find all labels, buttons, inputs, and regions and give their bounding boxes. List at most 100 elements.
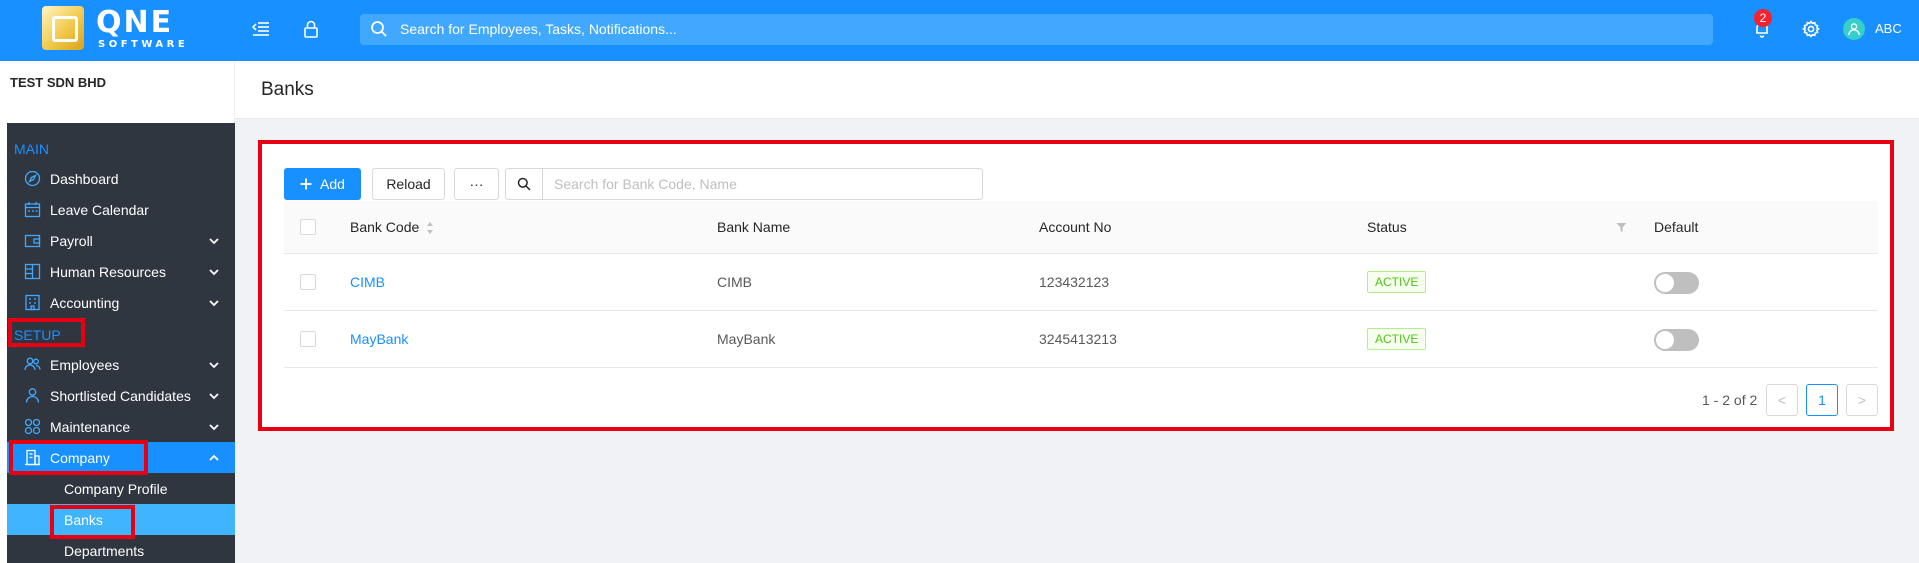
gear-icon[interactable] bbox=[1798, 16, 1824, 42]
wallet-icon bbox=[24, 234, 41, 248]
chevron-down-icon bbox=[209, 238, 219, 245]
default-toggle[interactable] bbox=[1654, 272, 1699, 294]
add-button-label: Add bbox=[320, 176, 345, 192]
account-no-cell: 3245413213 bbox=[1039, 331, 1117, 347]
bank-code-link[interactable]: CIMB bbox=[350, 274, 385, 290]
sidebar-item-payroll[interactable]: Payroll bbox=[7, 225, 235, 256]
more-options-button[interactable]: ··· bbox=[454, 168, 499, 200]
sidebar-item-maintenance[interactable]: Maintenance bbox=[7, 411, 235, 442]
pagination-total: 1 - 2 of 2 bbox=[1702, 392, 1758, 408]
building-icon bbox=[25, 294, 40, 311]
column-header-account-no: Account No bbox=[1039, 219, 1112, 235]
sidebar-item-human-resources[interactable]: Human Resources bbox=[7, 256, 235, 287]
sidebar-subitem-departments[interactable]: Departments bbox=[7, 535, 235, 563]
pagination-next-button[interactable]: > bbox=[1846, 384, 1878, 416]
section-label-main: MAIN bbox=[14, 141, 49, 157]
table-row: MayBank MayBank 3245413213 ACTIVE bbox=[284, 311, 1878, 368]
user-name[interactable]: ABC bbox=[1875, 21, 1902, 36]
bank-code-link[interactable]: MayBank bbox=[350, 331, 408, 347]
sidebar-subitem-label: Departments bbox=[64, 543, 145, 559]
sidebar-item-shortlisted-candidates[interactable]: Shortlisted Candidates bbox=[7, 380, 235, 411]
sidebar-edge bbox=[0, 123, 7, 563]
menu-toggle-icon[interactable] bbox=[248, 16, 274, 42]
sidebar-item-company[interactable]: Company bbox=[7, 442, 235, 473]
account-no-cell: 123432123 bbox=[1039, 274, 1110, 290]
table-search-button[interactable] bbox=[505, 168, 543, 200]
default-toggle[interactable] bbox=[1654, 329, 1699, 351]
row-checkbox[interactable] bbox=[300, 274, 316, 290]
search-icon bbox=[371, 21, 387, 37]
column-header-bank-code[interactable]: Bank Code bbox=[350, 219, 419, 235]
calendar-icon bbox=[24, 202, 41, 218]
filter-icon[interactable] bbox=[1616, 222, 1627, 233]
team-icon bbox=[24, 357, 41, 371]
compass-icon bbox=[24, 170, 41, 187]
company-selector[interactable]: TEST SDN BHD bbox=[0, 61, 235, 123]
chevron-down-icon bbox=[209, 269, 219, 276]
column-header-status: Status bbox=[1367, 219, 1407, 235]
next-label: > bbox=[1857, 392, 1867, 408]
sidebar-item-accounting[interactable]: Accounting bbox=[7, 287, 235, 318]
user-icon bbox=[1848, 23, 1860, 36]
page-number-label: 1 bbox=[1818, 392, 1826, 408]
sidebar-item-leave-calendar[interactable]: Leave Calendar bbox=[7, 194, 235, 225]
sidebar-item-dashboard[interactable]: Dashboard bbox=[7, 163, 235, 194]
pagination-prev-button[interactable]: < bbox=[1766, 384, 1798, 416]
table-search-input[interactable] bbox=[542, 168, 983, 200]
bank-name-cell: CIMB bbox=[717, 274, 752, 290]
people-icon bbox=[24, 263, 41, 280]
logo-text: QNE bbox=[96, 5, 174, 40]
sidebar-item-label: Company bbox=[50, 450, 110, 466]
qne-logo[interactable]: QNE SOFTWARE bbox=[42, 6, 202, 50]
chevron-down-icon bbox=[209, 424, 219, 431]
column-header-bank-name: Bank Name bbox=[717, 219, 791, 235]
row-checkbox[interactable] bbox=[300, 331, 316, 347]
company-name: TEST SDN BHD bbox=[10, 75, 107, 90]
chevron-down-icon bbox=[209, 362, 219, 369]
logo-subtext: SOFTWARE bbox=[98, 39, 189, 50]
chevron-down-icon bbox=[209, 300, 219, 307]
table-row: CIMB CIMB 123432123 ACTIVE bbox=[284, 254, 1878, 311]
tools-icon bbox=[24, 418, 41, 435]
sidebar-item-label: Maintenance bbox=[50, 419, 131, 435]
select-all-checkbox[interactable] bbox=[300, 219, 316, 235]
sidebar-item-label: Employees bbox=[50, 357, 120, 373]
section-label-setup: SETUP bbox=[14, 327, 61, 343]
top-bar: QNE SOFTWARE Search for Employees, Tasks… bbox=[0, 0, 1919, 61]
status-badge: ACTIVE bbox=[1367, 271, 1427, 293]
prev-label: < bbox=[1777, 392, 1787, 408]
sidebar-item-label: Accounting bbox=[50, 295, 120, 311]
lock-icon[interactable] bbox=[298, 16, 324, 42]
column-header-default: Default bbox=[1654, 219, 1699, 235]
logo-cube-icon bbox=[42, 6, 84, 50]
sort-icon[interactable] bbox=[426, 221, 434, 235]
chevron-down-icon bbox=[209, 393, 219, 400]
sidebar-subitem-banks[interactable]: Banks bbox=[7, 504, 235, 535]
page-header: Banks bbox=[235, 61, 1919, 119]
sidebar-subitem-label: Banks bbox=[64, 512, 103, 528]
chevron-up-icon bbox=[209, 454, 219, 461]
sidebar-subitem-label: Company Profile bbox=[64, 481, 168, 497]
sidebar-subitem-company-profile[interactable]: Company Profile bbox=[7, 473, 235, 504]
sidebar-item-label: Human Resources bbox=[50, 264, 166, 280]
sidebar-item-label: Dashboard bbox=[50, 171, 119, 187]
global-search-placeholder: Search for Employees, Tasks, Notificatio… bbox=[400, 21, 677, 37]
sidebar-item-label: Leave Calendar bbox=[50, 202, 149, 218]
search-icon bbox=[517, 177, 531, 191]
more-options-label: ··· bbox=[469, 176, 484, 192]
status-badge: ACTIVE bbox=[1367, 328, 1427, 350]
table-header: Bank Code Bank Name Account No Status De… bbox=[284, 201, 1878, 254]
page-title: Banks bbox=[261, 79, 314, 100]
sidebar-item-employees[interactable]: Employees bbox=[7, 349, 235, 380]
bank-name-cell: MayBank bbox=[717, 331, 776, 347]
company-icon bbox=[25, 449, 40, 466]
user-avatar[interactable] bbox=[1843, 18, 1865, 40]
sidebar-item-label: Shortlisted Candidates bbox=[50, 388, 191, 404]
global-search-input[interactable]: Search for Employees, Tasks, Notificatio… bbox=[360, 14, 1713, 45]
sidebar-item-label: Payroll bbox=[50, 233, 93, 249]
user-icon bbox=[25, 388, 40, 403]
plus-icon bbox=[300, 178, 312, 190]
pagination-page-1[interactable]: 1 bbox=[1806, 384, 1838, 416]
add-button[interactable]: Add bbox=[284, 168, 361, 200]
reload-button[interactable]: Reload bbox=[372, 168, 445, 200]
